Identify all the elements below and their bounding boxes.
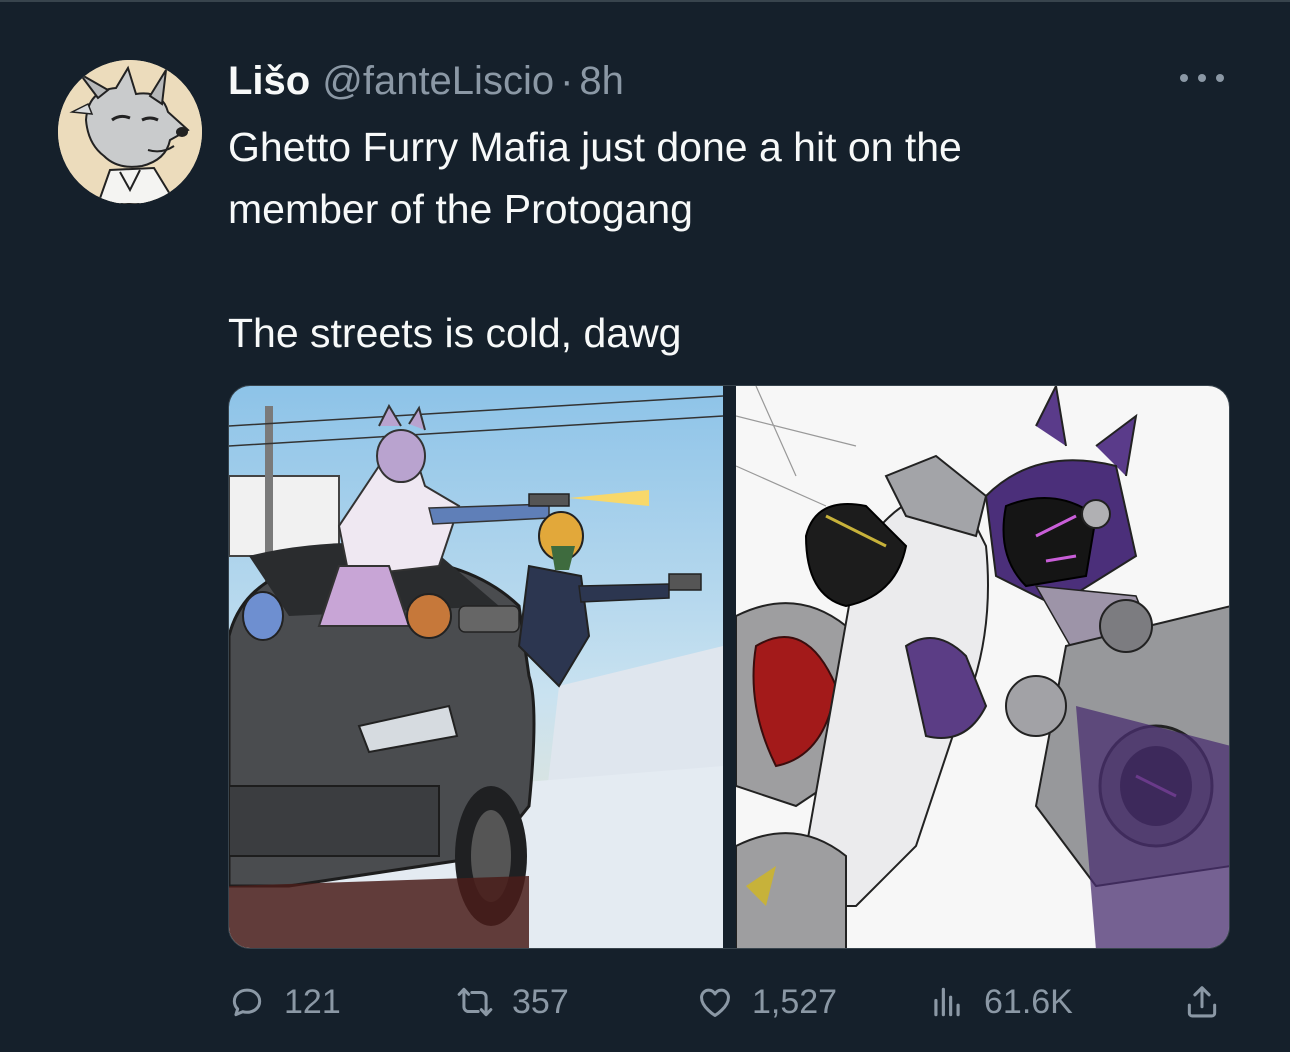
like-count: 1,527 bbox=[752, 982, 838, 1021]
action-bar: 121 357 1,527 61.6K bbox=[228, 970, 1230, 1034]
avatar[interactable] bbox=[58, 60, 202, 204]
tweet-text: Ghetto Furry Mafia just done a hit on th… bbox=[228, 124, 962, 356]
user-handle[interactable]: @fanteLiscio bbox=[322, 59, 554, 104]
ellipsis-icon bbox=[1198, 74, 1206, 82]
more-options-button[interactable] bbox=[1174, 60, 1230, 96]
drive-by-car-illustration bbox=[229, 386, 723, 948]
heart-icon bbox=[700, 988, 730, 1017]
ellipsis-icon bbox=[1216, 74, 1224, 82]
like-button[interactable]: 1,527 bbox=[696, 970, 837, 1034]
retweet-count: 357 bbox=[512, 982, 569, 1021]
media-grid bbox=[228, 385, 1230, 949]
media-image-left[interactable] bbox=[229, 386, 723, 948]
media-image-right[interactable] bbox=[736, 386, 1229, 948]
retweet-arrows-icon bbox=[457, 987, 493, 1017]
protogen-hit-illustration bbox=[736, 386, 1229, 948]
ellipsis-icon bbox=[1180, 74, 1188, 82]
retweet-button[interactable]: 357 bbox=[456, 970, 569, 1034]
top-divider bbox=[0, 0, 1290, 2]
timestamp[interactable]: 8h bbox=[579, 59, 624, 104]
share-upload-icon bbox=[1187, 986, 1217, 1018]
view-count: 61.6K bbox=[984, 982, 1073, 1021]
views-button[interactable]: 61.6K bbox=[928, 970, 1073, 1034]
reply-button[interactable]: 121 bbox=[228, 970, 341, 1034]
display-name[interactable]: Lišo bbox=[228, 59, 310, 104]
tweet-header: Lišo @fanteLiscio · 8h bbox=[228, 56, 624, 106]
tweet: Lišo @fanteLiscio · 8h Ghetto Furry Mafi… bbox=[0, 0, 1290, 1052]
speech-bubble-icon bbox=[232, 988, 262, 1017]
reply-count: 121 bbox=[284, 982, 341, 1021]
fox-avatar-illustration bbox=[58, 60, 202, 204]
bar-chart-icon bbox=[934, 987, 960, 1017]
separator-dot: · bbox=[560, 58, 574, 103]
share-button[interactable] bbox=[1183, 970, 1221, 1034]
